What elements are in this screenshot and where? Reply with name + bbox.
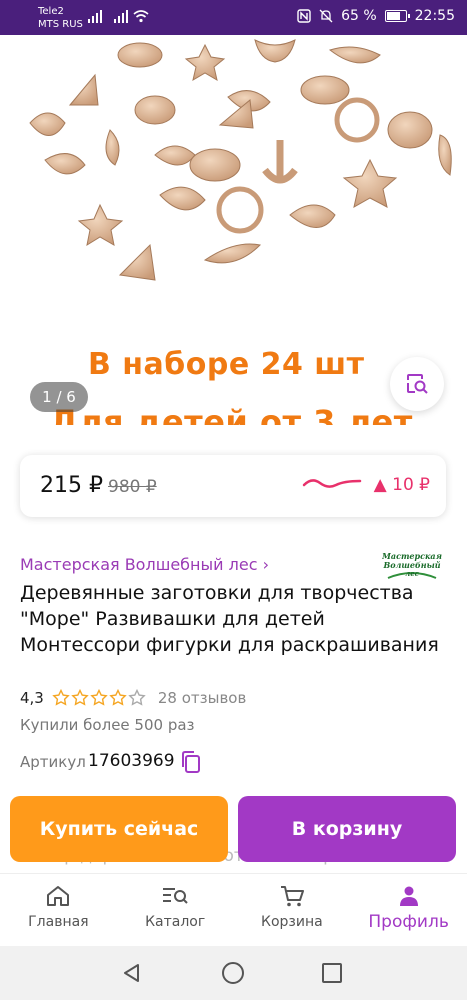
carrier-2: MTS RUS — [38, 19, 83, 30]
tab-catalog-label: Каталог — [145, 914, 206, 930]
tab-home[interactable]: Главная — [0, 874, 117, 946]
current-price: 215 ₽ — [40, 473, 103, 498]
tab-profile[interactable]: Профиль — [350, 874, 467, 946]
image-search-icon — [407, 374, 428, 394]
status-bar: Tele2 MTS RUS 65 % 22:55 — [0, 0, 467, 35]
catalog-search-icon — [163, 888, 188, 904]
rating-value: 4,3 — [20, 689, 44, 707]
tab-cart-label: Корзина — [261, 914, 323, 930]
home-icon — [47, 886, 70, 906]
image-search-button[interactable] — [390, 357, 444, 411]
seller-link[interactable]: Мастерская Волшебный лес › — [20, 555, 269, 574]
battery-percent: 65 % — [341, 8, 377, 24]
home-nav-icon[interactable] — [222, 962, 244, 984]
screen: Tele2 MTS RUS 65 % 22:55 В наборе 24 шт … — [0, 0, 467, 1000]
wifi-icon — [133, 10, 149, 23]
tab-catalog[interactable]: Каталог — [117, 874, 234, 946]
tab-cart[interactable]: Корзина — [234, 874, 351, 946]
system-navigation-bar — [0, 946, 467, 1000]
nfc-icon — [297, 9, 311, 23]
gallery-counter: 1 / 6 — [30, 382, 88, 412]
price-card[interactable]: 215 ₽ 980 ₽ ▲ 10 ₽ — [20, 455, 446, 517]
seller-logo: Мастерская Волшебный лес — [381, 548, 442, 584]
bottom-tab-bar: Главная Каталог Корзина Профиль — [0, 873, 467, 946]
clock: 22:55 — [414, 8, 455, 24]
profile-icon — [399, 886, 418, 906]
seller-logo-image: Мастерская Волшебный лес — [381, 551, 442, 579]
article-value: 17603969 — [88, 751, 175, 771]
svg-text:лес: лес — [405, 569, 420, 578]
purchases-count: Купили более 500 раз — [20, 716, 195, 734]
old-price: 980 ₽ — [108, 477, 157, 497]
product-photo — [29, 39, 452, 281]
recent-apps-icon[interactable] — [322, 963, 342, 983]
copy-icon[interactable] — [180, 750, 202, 774]
reviews-count[interactable]: 28 отзывов — [158, 689, 246, 707]
battery-icon — [384, 10, 410, 22]
carrier-1: Tele2 — [38, 6, 64, 17]
carrier-info: Tele2 MTS RUS — [38, 5, 83, 31]
promo-text-line1: В наборе 24 шт — [88, 347, 365, 382]
product-title: Деревянные заготовки для творчества "Мор… — [20, 582, 439, 656]
mute-bell-icon — [319, 9, 333, 23]
signal-icon-2 — [114, 10, 128, 23]
promo-text-line2: Для детей от 3 лет — [50, 403, 413, 425]
buy-now-button[interactable]: Купить сейчас — [10, 796, 228, 862]
status-right: 65 % 22:55 — [297, 8, 455, 24]
add-to-cart-button[interactable]: В корзину — [238, 796, 456, 862]
tab-home-label: Главная — [28, 914, 89, 930]
article-label: Артикул — [20, 753, 86, 771]
tab-profile-label: Профиль — [368, 912, 449, 932]
rating-row[interactable]: 4,3 28 отзывов — [20, 689, 246, 707]
back-icon[interactable] — [122, 963, 142, 983]
signal-icon — [88, 10, 102, 23]
rating-stars — [52, 689, 146, 707]
price-trend-sparkline — [302, 479, 362, 488]
star-icons — [52, 689, 146, 706]
cart-icon — [280, 886, 304, 907]
price-change: ▲ 10 ₽ — [373, 475, 430, 495]
